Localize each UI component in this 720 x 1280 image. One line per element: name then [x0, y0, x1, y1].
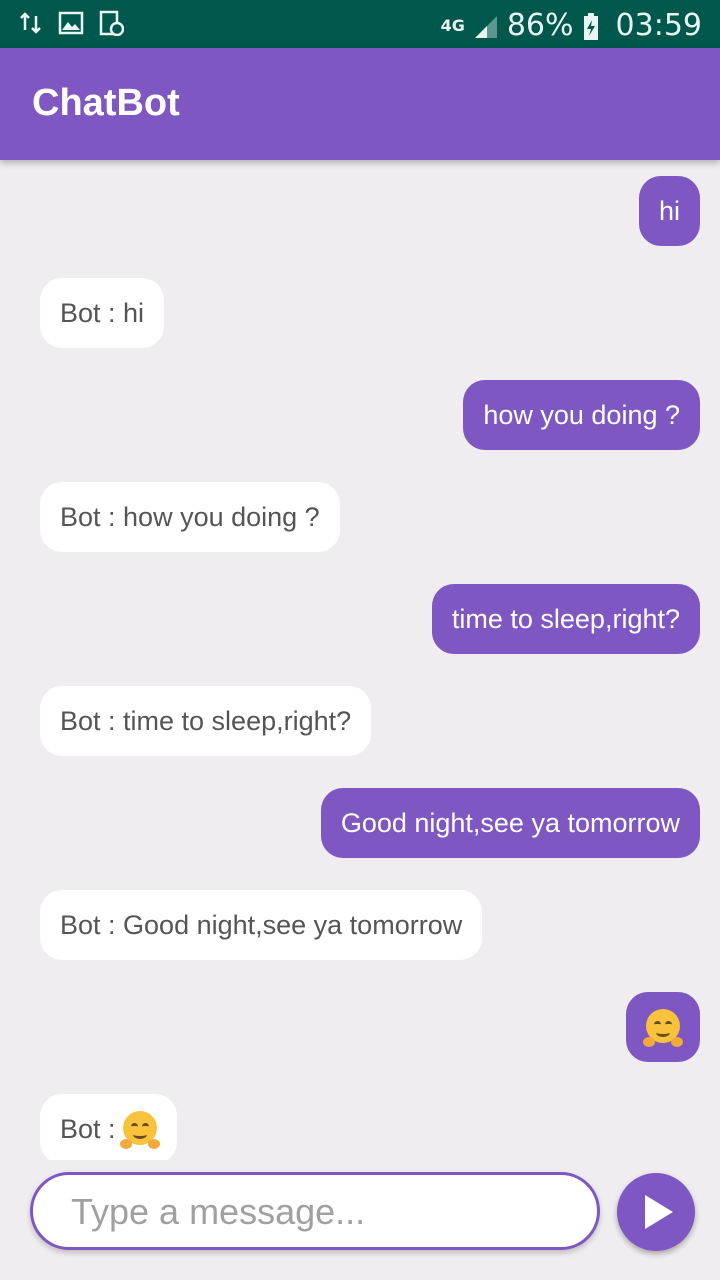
screenshot-icon [98, 10, 125, 37]
bot-message: Bot : how you doing ? [40, 482, 340, 552]
user-message: Good night,see ya tomorrow [320, 788, 700, 858]
user-message: time to sleep,right? [431, 584, 700, 654]
message-text: Bot : Good night,see ya tomorrow [60, 910, 463, 940]
gallery-icon [58, 10, 84, 36]
battery-charging-icon [582, 12, 608, 40]
user-message: hi [638, 176, 700, 246]
bot-message: Bot : time to sleep,right? [40, 686, 372, 756]
data-arrows-icon [18, 10, 44, 36]
battery-percent: 86% [506, 8, 574, 43]
message-text: Bot : time to sleep,right? [60, 706, 352, 736]
bot-message: Bot : [40, 1094, 178, 1160]
send-button[interactable] [617, 1173, 695, 1251]
bot-message: Bot : Good night,see ya tomorrow [40, 890, 483, 960]
send-icon [645, 1195, 673, 1229]
message-text: time to sleep,right? [451, 604, 680, 634]
clock: 03:59 [615, 8, 702, 43]
message-text: Bot : how you doing ? [60, 502, 320, 532]
app-bar: ChatBot [0, 48, 720, 160]
status-right-info: 4G 86% 03:59 [441, 8, 702, 43]
bot-message: Bot : hi [40, 278, 165, 348]
message-input-container[interactable] [30, 1172, 600, 1250]
message-text: Good night,see ya tomorrow [340, 808, 680, 838]
network-label: 4G [440, 16, 465, 35]
hugging-face-emoji-icon [643, 1008, 683, 1047]
user-message [626, 992, 700, 1062]
user-message: how you doing ? [463, 380, 700, 450]
signal-icon [473, 13, 499, 39]
message-text: hi [658, 196, 680, 226]
status-left-icons [18, 10, 125, 37]
hugging-face-emoji-icon [120, 1110, 161, 1149]
status-bar: 4G 86% 03:59 [0, 0, 720, 48]
app-title: ChatBot [32, 82, 180, 124]
message-text: Bot : hi [60, 298, 145, 328]
message-text: how you doing ? [483, 400, 680, 430]
message-input[interactable] [69, 1175, 573, 1249]
chat-list[interactable]: hi Bot : hi how you doing ? Bot : how yo… [0, 160, 720, 1160]
message-text: Bot : [60, 1114, 124, 1144]
